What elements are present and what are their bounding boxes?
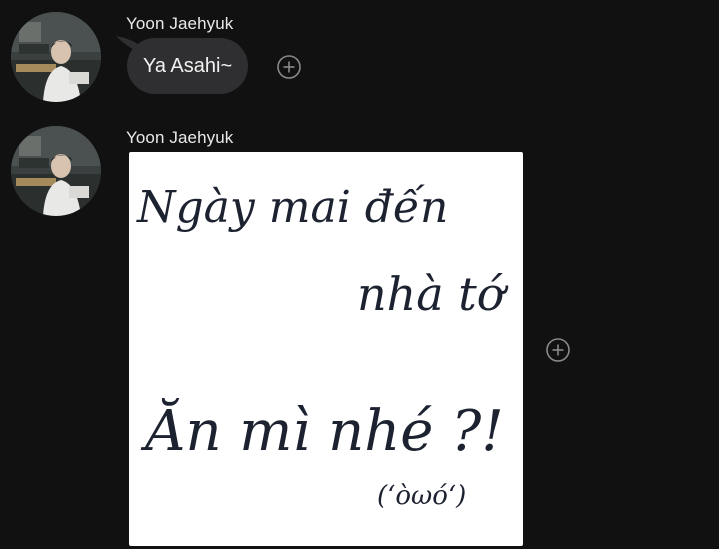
note-line-1: Ngày mai đến (136, 182, 448, 233)
note-drawing: Ngày mai đến nhà tớ Ăn mì nhé ?! (ʻòωóʻ) (136, 182, 509, 511)
message-bubble[interactable]: Ya Asahi~ (127, 38, 249, 94)
note-line-3: Ăn mì nhé ?! (140, 398, 504, 464)
message-text: Yoon Jaehyuk Ya Asahi~ (0, 0, 719, 110)
note-line-4: (ʻòωóʻ) (377, 481, 466, 511)
handwritten-note-image[interactable]: Ngày mai đến nhà tớ Ăn mì nhé ?! (ʻòωóʻ) (129, 152, 523, 546)
sender-name: Yoon Jaehyuk (126, 14, 234, 33)
avatar-photo (11, 126, 101, 216)
message-text-content: Ya Asahi~ (143, 54, 233, 77)
add-reaction-icon[interactable] (546, 338, 570, 362)
avatar-photo (11, 12, 101, 102)
avatar[interactable] (11, 126, 101, 216)
sender-name: Yoon Jaehyuk (126, 128, 234, 147)
note-line-2: nhà tớ (357, 267, 509, 321)
avatar[interactable] (11, 12, 101, 102)
chat-thread: Yoon Jaehyuk Ya Asahi~ Yoon Jaehyuk Ngày… (0, 0, 719, 549)
add-reaction-icon[interactable] (277, 55, 301, 79)
